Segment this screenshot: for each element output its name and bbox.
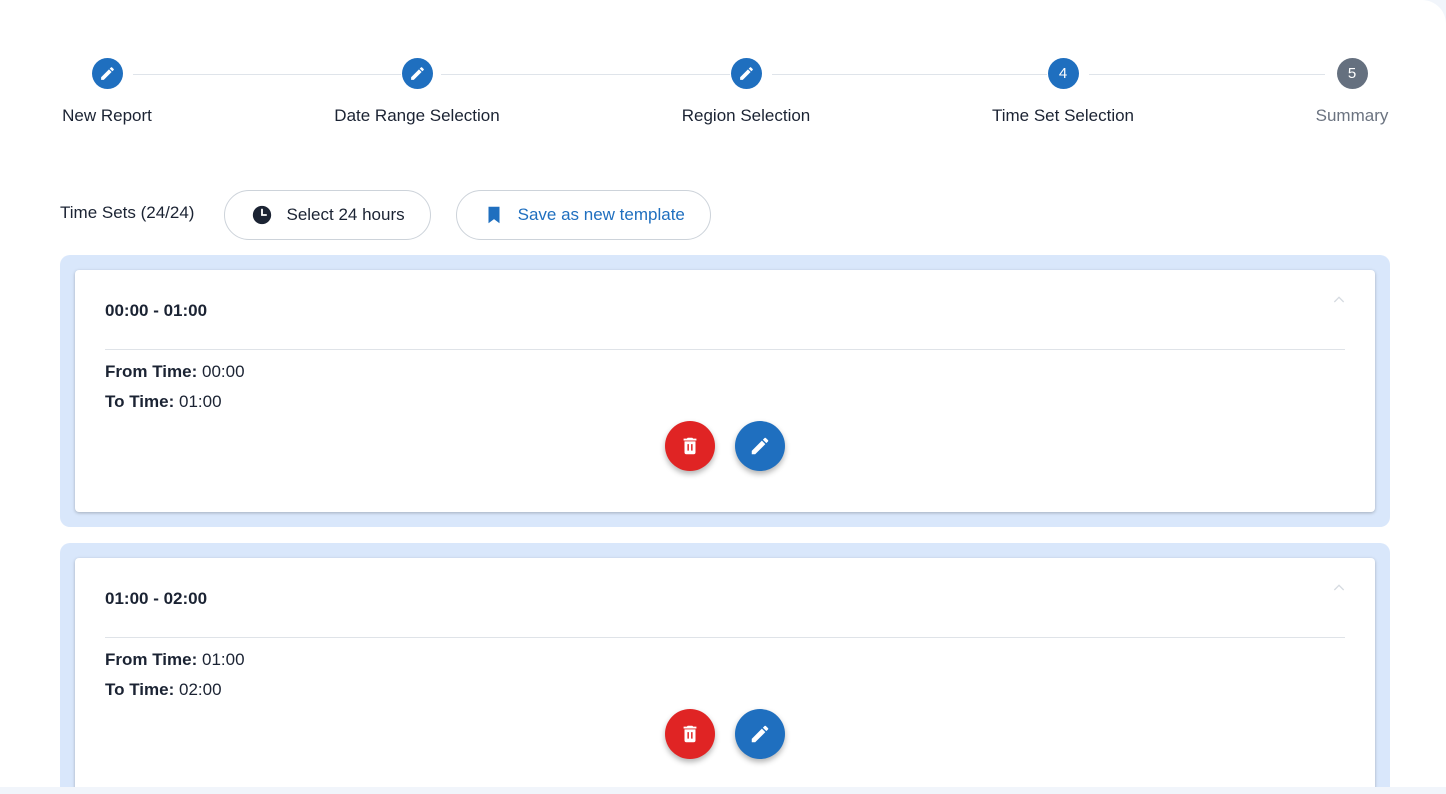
card-body: From Time: 00:00 To Time: 01:00 [105, 350, 1345, 417]
time-set-card: 01:00 - 02:00 From Time: 01:00 To Time: … [75, 558, 1375, 787]
from-time-label: From Time: [105, 362, 198, 381]
pencil-icon [91, 58, 123, 89]
to-time-value: 01:00 [179, 392, 222, 411]
from-time-label: From Time: [105, 650, 198, 669]
card-body: From Time: 01:00 To Time: 02:00 [105, 638, 1345, 705]
pencil-icon [751, 437, 769, 455]
step-time-set[interactable]: 4 Time Set Selection [943, 58, 1183, 126]
step-date-range[interactable]: Date Range Selection [297, 58, 537, 126]
card-actions [75, 709, 1375, 759]
time-sets-title: Time Sets (24/24) [60, 203, 195, 222]
bookmark-icon [483, 204, 505, 226]
time-sets-toolbar: Time Sets (24/24) Select 24 hours Save a… [60, 190, 736, 240]
chevron-up-icon[interactable] [1329, 290, 1349, 310]
from-time-field: From Time: 00:00 [105, 357, 1345, 387]
edit-button[interactable] [735, 421, 785, 471]
pencil-icon [751, 725, 769, 743]
to-time-value: 02:00 [179, 680, 222, 699]
step-label: Time Set Selection [991, 106, 1135, 125]
pencil-icon [730, 58, 762, 89]
delete-button[interactable] [665, 421, 715, 471]
page: New Report Date Range Selection Region S… [0, 0, 1446, 787]
to-time-field: To Time: 01:00 [105, 387, 1345, 417]
edit-button[interactable] [735, 709, 785, 759]
to-time-label: To Time: [105, 392, 175, 411]
to-time-label: To Time: [105, 680, 175, 699]
card-header[interactable]: 01:00 - 02:00 [105, 558, 1345, 638]
from-time-value: 01:00 [202, 650, 245, 669]
time-set-card-wrapper: 00:00 - 01:00 From Time: 00:00 To Time: … [60, 255, 1390, 527]
chevron-up-icon[interactable] [1329, 578, 1349, 598]
to-time-field: To Time: 02:00 [105, 675, 1345, 705]
card-actions [75, 421, 1375, 471]
time-set-title: 01:00 - 02:00 [105, 589, 208, 608]
step-region[interactable]: Region Selection [626, 58, 866, 126]
step-new-report[interactable]: New Report [0, 58, 227, 126]
step-label: Region Selection [681, 106, 811, 125]
delete-button[interactable] [665, 709, 715, 759]
from-time-value: 00:00 [202, 362, 245, 381]
step-number: 4 [1047, 58, 1079, 89]
trash-icon [683, 725, 697, 743]
select-24-hours-button[interactable]: Select 24 hours [224, 190, 431, 240]
save-as-template-label: Save as new template [517, 205, 685, 224]
pencil-icon [401, 58, 433, 89]
clock-icon [251, 204, 273, 226]
time-set-card: 00:00 - 01:00 From Time: 00:00 To Time: … [75, 270, 1375, 512]
step-summary[interactable]: 5 Summary [1232, 58, 1446, 126]
step-label: Summary [1315, 106, 1389, 125]
time-set-title: 00:00 - 01:00 [105, 301, 208, 320]
trash-icon [683, 437, 697, 455]
step-label: New Report [62, 106, 152, 125]
step-label: Date Range Selection [334, 106, 500, 125]
time-set-card-wrapper: 01:00 - 02:00 From Time: 01:00 To Time: … [60, 543, 1390, 787]
stepper: New Report Date Range Selection Region S… [0, 58, 1446, 138]
select-24-hours-label: Select 24 hours [286, 205, 405, 224]
card-header[interactable]: 00:00 - 01:00 [105, 270, 1345, 350]
step-number: 5 [1336, 58, 1368, 89]
save-as-template-button[interactable]: Save as new template [455, 190, 711, 240]
from-time-field: From Time: 01:00 [105, 645, 1345, 675]
